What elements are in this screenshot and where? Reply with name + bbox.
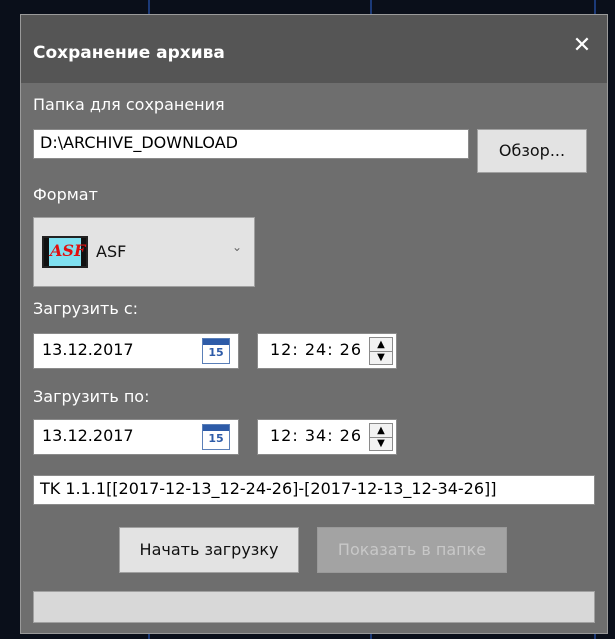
from-time-spinner[interactable]: ▲ ▼ <box>369 337 393 365</box>
chevron-down-icon: ⌄ <box>231 240 242 254</box>
close-icon[interactable]: ✕ <box>571 35 593 57</box>
calendar-icon[interactable]: 15 <box>202 424 230 450</box>
to-time-spinner[interactable]: ▲ ▼ <box>369 423 393 451</box>
download-progress-bar <box>33 591 595 623</box>
from-date-picker[interactable]: 13.12.2017 15 <box>33 333 239 369</box>
format-selected-value: ASF <box>96 242 127 261</box>
spin-up-icon[interactable]: ▲ <box>370 424 392 438</box>
from-date-value: 13.12.2017 <box>42 340 134 359</box>
calendar-icon[interactable]: 15 <box>202 338 230 364</box>
save-archive-dialog: Сохранение архива ✕ Папка для сохранения… <box>20 14 608 634</box>
start-download-button[interactable]: Начать загрузку <box>119 527 299 573</box>
show-in-folder-button[interactable]: Показать в папке <box>317 527 507 573</box>
from-time-value: 12: 24: 26 <box>270 340 363 359</box>
format-label: Формат <box>33 185 98 204</box>
from-label: Загрузить с: <box>33 299 139 318</box>
to-time-value: 12: 34: 26 <box>270 426 363 445</box>
title-bar: Сохранение архива ✕ <box>21 15 607 83</box>
to-time-picker[interactable]: 12: 34: 26 ▲ ▼ <box>257 419 397 455</box>
spin-up-icon[interactable]: ▲ <box>370 338 392 352</box>
to-date-picker[interactable]: 13.12.2017 15 <box>33 419 239 455</box>
spin-down-icon[interactable]: ▼ <box>370 351 392 364</box>
from-time-picker[interactable]: 12: 24: 26 ▲ ▼ <box>257 333 397 369</box>
folder-label: Папка для сохранения <box>33 95 225 114</box>
dialog-title: Сохранение архива <box>33 43 225 63</box>
spin-down-icon[interactable]: ▼ <box>370 437 392 450</box>
to-date-value: 13.12.2017 <box>42 426 134 445</box>
format-dropdown[interactable]: ASF ASF ⌄ <box>33 217 255 287</box>
browse-button[interactable]: Обзор... <box>477 129 587 173</box>
filename-input[interactable]: TK 1.1.1[[2017-12-13_12-24-26]-[2017-12-… <box>33 475 595 505</box>
to-label: Загрузить по: <box>33 387 150 406</box>
asf-format-icon: ASF <box>42 236 88 268</box>
folder-path-input[interactable]: D:\ARCHIVE_DOWNLOAD <box>33 129 469 159</box>
